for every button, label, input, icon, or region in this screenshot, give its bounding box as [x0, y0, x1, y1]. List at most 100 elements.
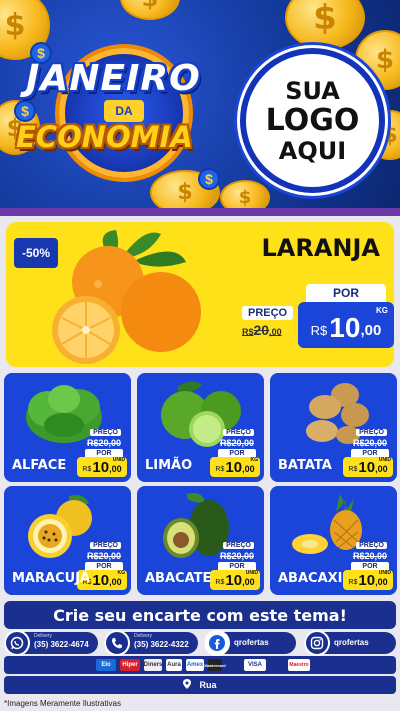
whatsapp-icon	[4, 630, 30, 656]
price-int: 10	[92, 572, 110, 589]
old-price-int: 20	[253, 322, 270, 338]
price-int: 10	[225, 459, 243, 476]
product-card-abacaxi[interactable]: PREÇO R$20,00 POR R$ 10,00 UNID ABACAXI	[270, 486, 397, 595]
price-int: 10	[225, 572, 243, 589]
new-price: R$ 10,00 UNID	[343, 570, 393, 590]
old-price-label: PREÇO	[90, 429, 121, 436]
address-bar[interactable]: Rua	[4, 676, 396, 694]
price-currency: R$	[348, 466, 358, 473]
old-price-label: PREÇO	[223, 429, 254, 436]
lime-image	[161, 381, 241, 447]
payment-methods: Elo Hiper Diners Aura Amex Mastercard VI…	[4, 656, 396, 674]
product-card-abacate[interactable]: PREÇO R$20,00 POR R$ 10,00 UNID ABACATE	[137, 486, 264, 595]
old-price: R$20,00	[86, 551, 121, 561]
coin-icon: $	[120, 0, 180, 20]
price-dec: ,00	[242, 464, 255, 474]
new-price-label: POR	[306, 284, 386, 302]
product-name: ALFACE	[12, 458, 67, 473]
location-pin-icon	[183, 679, 192, 691]
product-card-batata[interactable]: PREÇO R$20,00 POR R$ 10,00 UNID BATATA	[270, 373, 397, 482]
old-price-label: PREÇO	[223, 542, 254, 549]
logo-placeholder[interactable]: SUA LOGO AQUI	[240, 48, 385, 193]
new-price: R$ 10,00 UNID	[343, 457, 393, 477]
address-text: Rua	[199, 680, 217, 690]
price-dec: ,00	[360, 322, 382, 339]
contact-instagram[interactable]: qrofertas	[304, 630, 396, 656]
price-currency: R$	[348, 579, 358, 586]
instagram-icon	[304, 630, 330, 656]
contact-label: Delivery	[34, 633, 53, 639]
product-card-limao[interactable]: PREÇO R$20,00 POR R$ 10,00 KG LIMÃO	[137, 373, 264, 482]
payment-aura: Aura	[166, 659, 182, 671]
title-janeiro: JANEIRO	[26, 58, 201, 99]
price-dec: ,00	[109, 577, 122, 587]
payment-diners: Diners	[144, 659, 162, 671]
contact-bar: Delivery (35) 3622-4674 Delivery (35) 36…	[4, 630, 396, 656]
potato-image	[306, 383, 369, 444]
coin-icon: $	[285, 0, 365, 50]
new-price: R$ 10,00 UNID	[210, 570, 260, 590]
payment-mastercard: Mastercard	[204, 659, 226, 671]
price-unit: UNID	[245, 570, 258, 576]
payment-maestro: Maestro	[288, 659, 310, 671]
title-economia: ECONOMIA	[16, 120, 193, 154]
logo-line: LOGO	[265, 102, 360, 138]
price-int: 10	[358, 572, 376, 589]
contact-value: qrofertas	[234, 638, 269, 647]
old-price-label: PREÇO	[356, 429, 387, 436]
featured-product-card[interactable]: -50% LARANJA PREÇO R$20,00 POR R$ 10 ,00…	[6, 222, 394, 367]
product-name: LARANJA	[261, 234, 380, 262]
price-dec: ,00	[242, 577, 255, 587]
price-dec: ,00	[375, 464, 388, 474]
payment-hiper: Hiper	[120, 659, 140, 671]
payment-amex: Amex	[186, 659, 204, 671]
price-unit: UNID	[112, 457, 125, 463]
contact-value: (35) 3622-4322	[134, 640, 189, 649]
header-banner: $ $ $ $ $ $ $ $ $ $ $ JANEIRO DA ECONOMI…	[0, 0, 400, 212]
price-currency: R$	[310, 323, 328, 338]
product-name: ABACAXI	[278, 571, 343, 586]
contact-label: Delivery	[134, 633, 153, 639]
price-int: 10	[358, 459, 376, 476]
contact-value: qrofertas	[334, 638, 369, 647]
price-unit: KG	[117, 570, 126, 576]
price-unit: KG	[250, 457, 259, 463]
new-price: R$ 10 ,00 KG	[298, 302, 394, 348]
contact-phone[interactable]: Delivery (35) 3622-4322	[104, 630, 198, 656]
cta-banner[interactable]: Crie seu encarte com este tema!	[4, 601, 396, 629]
product-card-alface[interactable]: PREÇO R$20,00 POR R$ 10,00 UNID ALFACE	[4, 373, 131, 482]
product-card-maracuja[interactable]: PREÇO R$20,00 POR R$ 10,00 KG MARACUJÁ	[4, 486, 131, 595]
logo-line: AQUI	[278, 136, 347, 165]
title-da: DA	[104, 100, 144, 122]
contact-facebook[interactable]: qrofertas	[204, 630, 296, 656]
discount-badge: -50%	[14, 238, 58, 268]
product-name: ABACATE	[145, 571, 212, 586]
old-price: R$20,00	[86, 438, 121, 448]
price-int: 10	[92, 459, 110, 476]
contact-value: (35) 3622-4674	[34, 640, 89, 649]
old-price-currency: R$	[242, 327, 254, 337]
price-currency: R$	[82, 466, 92, 473]
old-price-label: PREÇO	[356, 542, 387, 549]
old-price: R$20,00	[219, 438, 254, 448]
payment-elo: Elo	[96, 659, 116, 671]
phone-icon	[104, 630, 130, 656]
old-price: R$20,00	[352, 438, 387, 448]
contact-whatsapp[interactable]: Delivery (35) 3622-4674	[4, 630, 98, 656]
new-price: R$ 10,00 UNID	[77, 457, 127, 477]
old-price: R$20,00	[242, 322, 282, 338]
disclaimer: *Imagens Meramente Ilustrativas	[4, 699, 121, 708]
price-dec: ,00	[375, 577, 388, 587]
logo-line: SUA	[285, 76, 340, 105]
product-name: MARACUJÁ	[12, 571, 91, 586]
price-currency: R$	[215, 579, 225, 586]
lettuce-image	[26, 385, 102, 443]
old-price: R$20,00	[352, 551, 387, 561]
price-unit: KG	[376, 306, 388, 315]
old-price-label: PREÇO	[90, 542, 121, 549]
price-unit: UNID	[378, 570, 391, 576]
facebook-icon	[204, 630, 230, 656]
old-price: R$20,00	[219, 551, 254, 561]
price-int: 10	[329, 312, 361, 343]
divider-stripe	[0, 208, 400, 216]
